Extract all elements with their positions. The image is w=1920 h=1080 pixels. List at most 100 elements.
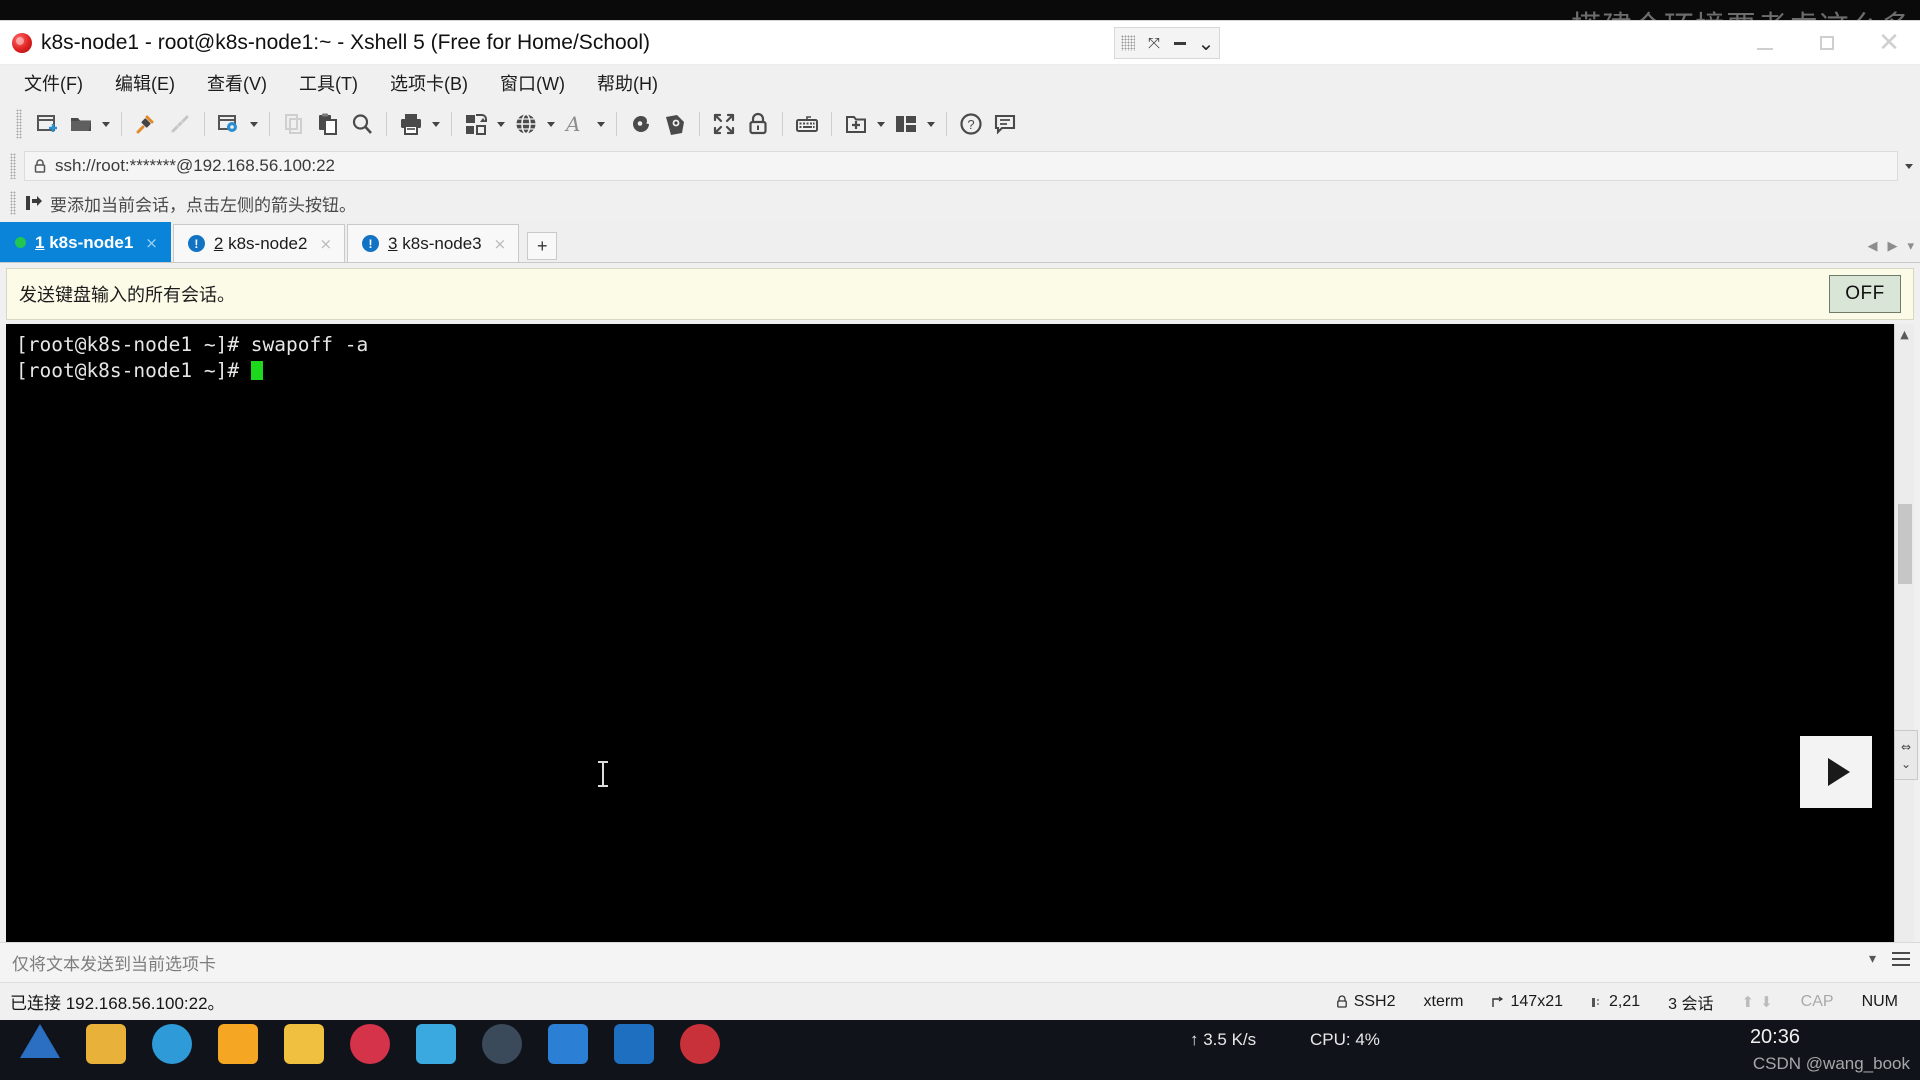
scrollbar-thumb[interactable] [1898, 504, 1912, 584]
menu-help[interactable]: 帮助(H) [593, 67, 662, 99]
taskbar-item-app2[interactable] [218, 1024, 258, 1064]
transfer-caret-icon[interactable] [493, 107, 509, 141]
taskbar-clock: 20:36 [1749, 1026, 1800, 1048]
scroll-up-icon[interactable]: ▲ [1895, 324, 1915, 344]
copy-icon [277, 107, 311, 141]
add-session-arrow-icon[interactable] [24, 194, 42, 212]
tab-k8s-node3[interactable]: ! 3 k8s-node3 × [347, 224, 520, 262]
send-to-tab-bar: 仅将文本发送到当前选项卡 ▾ [0, 942, 1920, 982]
session-properties-icon[interactable] [212, 107, 246, 141]
font-icon[interactable]: A [559, 107, 593, 141]
add-to-folder-icon[interactable] [839, 107, 873, 141]
keyboard-icon[interactable] [790, 107, 824, 141]
menu-view[interactable]: 查看(V) [203, 67, 271, 99]
paste-icon[interactable] [311, 107, 345, 141]
toolbar-separator [121, 112, 122, 136]
address-bar-grip[interactable] [10, 153, 16, 179]
video-play-widget[interactable] [1800, 736, 1872, 808]
tab-k8s-node2[interactable]: ! 2 k8s-node2 × [172, 224, 346, 262]
find-icon[interactable] [345, 107, 379, 141]
lock-icon[interactable] [741, 107, 775, 141]
send-to-tab-input[interactable]: 仅将文本发送到当前选项卡 [12, 950, 216, 975]
window-close-button[interactable]: ✕ [1858, 21, 1920, 65]
taskbar-item-app6[interactable] [548, 1024, 588, 1064]
taskbar-item-app1[interactable] [152, 1024, 192, 1064]
address-dropdown-icon[interactable] [1898, 151, 1920, 181]
taskbar-item-app3[interactable] [350, 1024, 390, 1064]
send-keys-toggle-button[interactable]: OFF [1829, 275, 1901, 313]
xagent-icon[interactable] [658, 107, 692, 141]
tab-index: 2 [213, 233, 224, 253]
tab-close-icon[interactable]: × [494, 235, 507, 253]
tab-scroll-left-icon[interactable]: ◀ [1867, 239, 1877, 254]
tab-index: 1 [35, 232, 45, 252]
toolbar-separator [699, 112, 700, 136]
taskbar-item-app5[interactable] [482, 1024, 522, 1064]
lock-icon [33, 158, 47, 174]
title-extra-controls[interactable]: ⤧ ⌄ [1114, 27, 1220, 59]
fullscreen-icon[interactable] [707, 107, 741, 141]
web-icon[interactable] [509, 107, 543, 141]
help-icon[interactable]: ? [954, 107, 988, 141]
tab-k8s-node1[interactable]: 1 k8s-node1 × [0, 222, 171, 262]
size-icon [1491, 996, 1503, 1007]
terminal-scrollbar[interactable]: ▲ [1894, 324, 1914, 942]
terminal-screen[interactable]: [root@k8s-node1 ~]# swapoff -a [root@k8s… [6, 324, 1894, 942]
open-session-icon[interactable] [64, 107, 98, 141]
xftp-icon[interactable] [624, 107, 658, 141]
num-lock-cell: NUM [1861, 993, 1898, 1010]
terminal-size-cell: 147x21 [1478, 993, 1578, 1011]
play-icon [1828, 758, 1850, 786]
menu-tools[interactable]: 工具(T) [295, 67, 362, 99]
send-to-tab-caret-icon[interactable]: ▾ [1869, 951, 1876, 967]
print-icon[interactable] [394, 107, 428, 141]
taskbar-item-explorer[interactable] [86, 1024, 126, 1064]
address-value: ssh://root:*******@192.168.56.100:22 [55, 156, 336, 175]
restore-small-icon[interactable]: ⤧ [1141, 28, 1167, 58]
tab-strip-controls: ◀ ▶ ▾ [1867, 239, 1914, 254]
taskbar-item-start[interactable] [20, 1024, 60, 1058]
menu-edit[interactable]: 编辑(E) [111, 67, 179, 99]
session-properties-caret-icon[interactable] [246, 107, 262, 141]
taskbar-item-folder[interactable] [284, 1024, 324, 1064]
hamburger-icon[interactable] [1892, 952, 1910, 966]
tab-menu-icon[interactable]: ▾ [1907, 239, 1914, 254]
menu-tabs[interactable]: 选项卡(B) [386, 67, 472, 99]
address-input[interactable]: ssh://root:*******@192.168.56.100:22 [24, 151, 1898, 181]
terminal-type-cell: xterm [1410, 993, 1478, 1011]
taskbar-item-app4[interactable] [416, 1024, 456, 1064]
hint-bar-grip[interactable] [10, 191, 16, 215]
address-bar: ssh://root:*******@192.168.56.100:22 [0, 147, 1920, 185]
print-caret-icon[interactable] [428, 107, 444, 141]
transfer-arrows-cell: ⬆ ⬇ [1728, 993, 1787, 1011]
menu-file[interactable]: 文件(F) [20, 67, 87, 99]
new-session-icon[interactable] [30, 107, 64, 141]
taskbar-item-xshell[interactable] [680, 1024, 720, 1064]
chevron-down-icon[interactable]: ⌄ [1193, 28, 1219, 58]
add-to-folder-caret-icon[interactable] [873, 107, 889, 141]
new-tab-button[interactable]: + [527, 232, 558, 260]
toolbar-grip[interactable] [16, 109, 22, 139]
taskbar-item-app7[interactable] [614, 1024, 654, 1064]
transfer-icon[interactable] [459, 107, 493, 141]
menu-window[interactable]: 窗口(W) [496, 67, 569, 99]
open-session-caret-icon[interactable] [98, 107, 114, 141]
warning-badge-icon: ! [362, 235, 380, 252]
connect-icon[interactable] [129, 107, 163, 141]
web-caret-icon[interactable] [543, 107, 559, 141]
toolbar-separator [386, 112, 387, 136]
minimize-small-icon[interactable] [1167, 28, 1193, 58]
tab-scroll-right-icon[interactable]: ▶ [1887, 239, 1897, 254]
window-minimize-button[interactable] [1734, 21, 1796, 65]
tab-label: 2 k8s-node2 [213, 233, 308, 253]
layout-icon[interactable] [889, 107, 923, 141]
tab-close-icon[interactable]: × [319, 235, 332, 253]
window-maximize-button[interactable] [1796, 21, 1858, 65]
chat-icon[interactable] [988, 107, 1022, 141]
window-title: k8s-node1 - root@k8s-node1:~ - Xshell 5 … [41, 30, 651, 54]
layout-caret-icon[interactable] [923, 107, 939, 141]
tab-close-icon[interactable]: × [145, 234, 158, 252]
screen: 搭建个环境要考虑这么多 k8s-node1 - root@k8s-node1:~… [0, 0, 1920, 1080]
side-panel-toggle[interactable]: ⇔ ⌄ [1894, 730, 1918, 780]
font-caret-icon[interactable] [593, 107, 609, 141]
